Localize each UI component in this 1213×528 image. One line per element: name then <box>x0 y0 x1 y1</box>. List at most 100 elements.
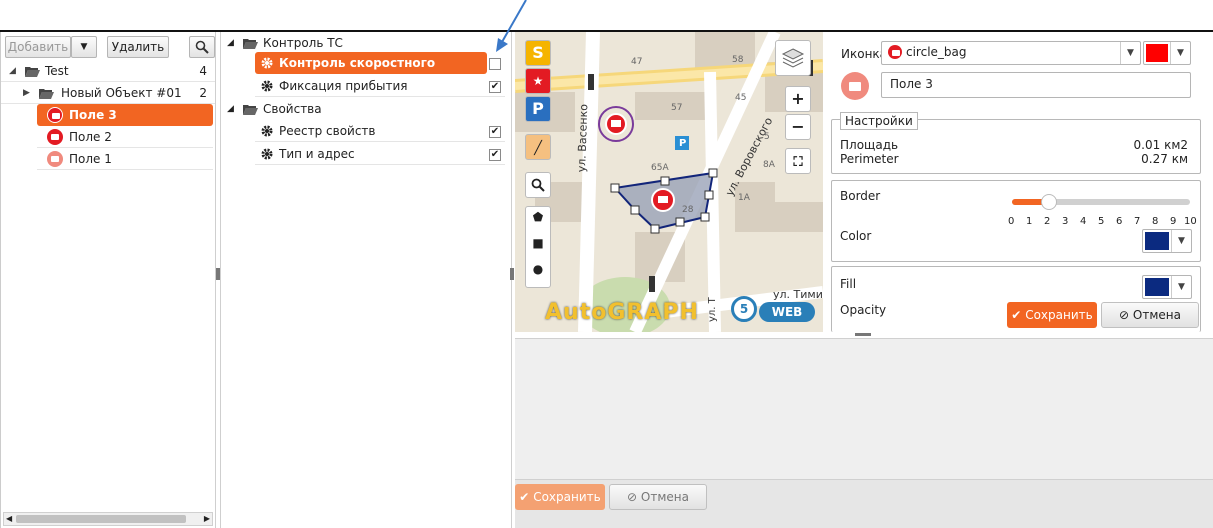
color-swatch <box>1145 232 1169 250</box>
fill-label: Fill <box>840 277 857 291</box>
modules-panel: ◢ Контроль ТС Контроль скоростного режим… <box>220 32 512 528</box>
chevron-down-icon: ▼ <box>80 42 88 52</box>
cancel-button[interactable]: ⊘ Отмена <box>609 484 707 510</box>
search-button[interactable] <box>189 36 215 58</box>
poi-tool-button[interactable]: ★ <box>525 68 551 94</box>
tree-row-field-3[interactable]: Поле 3 <box>37 104 213 126</box>
module-arrival-checkbox[interactable]: ✔ <box>489 81 501 93</box>
name-input-value: Поле 3 <box>890 77 933 91</box>
street-label: ул. Тими <box>773 288 823 301</box>
chevron-down-icon: ▼ <box>1171 230 1191 252</box>
module-type-address[interactable]: Тип и адрес <box>255 143 505 165</box>
module-typeaddress-checkbox[interactable]: ✔ <box>489 149 501 161</box>
scroll-left-icon[interactable]: ◀ <box>6 513 12 525</box>
parking-label: P <box>679 138 687 149</box>
horizontal-scrollbar[interactable]: ◀ ▶ <box>3 512 213 526</box>
polygon-tool-button[interactable]: ⬟ <box>529 210 547 230</box>
icon-color-picker[interactable]: ▼ <box>1143 41 1191 65</box>
opacity-label: Opacity <box>840 303 887 317</box>
parking-tool-button[interactable]: P <box>525 96 551 122</box>
tree-label: Поле 1 <box>69 152 112 166</box>
color-swatch <box>1146 44 1168 62</box>
ruler-tool-button[interactable]: ╱ <box>525 134 551 160</box>
collapse-arrow-icon[interactable]: ▶ <box>23 82 30 104</box>
zoom-out-button[interactable]: − <box>785 114 811 140</box>
tree-row-object[interactable]: ▶ Новый Объект #01 2 <box>1 82 215 104</box>
module-arrival-fixation[interactable]: Фиксация прибытия <box>255 75 505 97</box>
gear-icon <box>261 80 273 92</box>
route-icon: S <box>532 43 544 62</box>
map-view[interactable]: P ул. Васенко ул. Воровского ул. Тими ул… <box>515 32 823 332</box>
logo-version: 5 <box>731 296 757 322</box>
bottom-panel: ✔ Сохранить ⊘ Отмена <box>515 338 1213 528</box>
expand-arrow-icon[interactable]: ◢ <box>9 60 16 82</box>
circle-bag-icon <box>841 72 869 100</box>
chevron-down-icon: ▼ <box>1120 42 1140 64</box>
slider-thumb[interactable] <box>1041 194 1057 210</box>
zoom-in-button[interactable]: + <box>785 86 811 112</box>
tree-label: Test <box>45 64 69 78</box>
module-label: Реестр свойств <box>279 124 376 138</box>
tree-row-field-2[interactable]: Поле 2 <box>37 126 213 148</box>
border-color-picker[interactable]: ▼ <box>1142 229 1192 253</box>
zoom-search-button[interactable] <box>525 172 551 198</box>
module-speed-control[interactable]: Контроль скоростного режима <box>255 52 487 92</box>
building-number: 28 <box>682 205 694 215</box>
module-speed-checkbox[interactable] <box>489 58 501 70</box>
search-icon <box>531 178 545 192</box>
group-label: Контроль ТС <box>263 36 343 50</box>
circle-bag-icon <box>888 45 902 59</box>
objects-toolbar: Добавить ▼ Удалить <box>3 34 215 60</box>
route-tool-button[interactable]: S <box>525 40 551 66</box>
square-icon: ■ <box>532 236 544 250</box>
properties-save-button[interactable]: ✔ Сохранить <box>1007 302 1097 328</box>
border-fieldset: Border 0 1 2 3 4 5 6 7 8 9 10 Color ▼ <box>831 180 1201 262</box>
scrollbar-thumb[interactable] <box>16 515 186 523</box>
add-dropdown-button[interactable]: ▼ <box>71 36 97 58</box>
map-canvas[interactable] <box>515 32 823 332</box>
module-registry-checkbox[interactable]: ✔ <box>489 126 501 138</box>
name-input[interactable]: Поле 3 <box>881 72 1191 98</box>
border-width-slider[interactable] <box>1012 194 1190 210</box>
save-button[interactable]: ✔ Сохранить <box>515 484 605 510</box>
folder-open-icon <box>243 105 258 115</box>
module-properties-registry[interactable]: Реестр свойств <box>255 120 505 142</box>
tree-row-test[interactable]: ◢ Test 4 <box>1 60 215 82</box>
pin-icon: ★ <box>532 74 544 88</box>
color-swatch <box>1145 278 1169 296</box>
check-icon: ✔ <box>519 490 530 504</box>
circle-bag-icon <box>47 107 63 123</box>
street-label: ул. Т <box>707 297 718 322</box>
objects-tree: ◢ Test 4 ▶ Новый Объект #01 2 Поле 3 Пол… <box>1 60 215 170</box>
expand-arrow-icon[interactable]: ◢ <box>227 32 234 54</box>
logo-web: WEB <box>759 302 815 322</box>
chevron-down-icon: ▼ <box>1171 276 1191 298</box>
group-label: Свойства <box>263 102 322 116</box>
expand-arrow-icon[interactable]: ◢ <box>227 98 234 120</box>
bottom-splitter-handle[interactable] <box>855 333 871 336</box>
border-label: Border <box>840 189 881 203</box>
layers-button[interactable] <box>775 40 811 76</box>
add-button[interactable]: Добавить <box>5 36 71 58</box>
fill-color-picker[interactable]: ▼ <box>1142 275 1192 299</box>
icon-select[interactable]: circle_bag ▼ <box>881 41 1141 65</box>
settings-fieldset: Настройки Площадь 0.01 км2 Perimeter 0.2… <box>831 112 1201 174</box>
tree-count: 2 <box>199 86 207 100</box>
tree-label: Поле 3 <box>69 108 117 122</box>
ruler-icon: ╱ <box>534 141 542 156</box>
building-number: 47 <box>631 57 643 67</box>
fullscreen-button[interactable]: ⛶ <box>785 148 811 174</box>
tree-row-field-1[interactable]: Поле 1 <box>37 148 213 170</box>
properties-cancel-button[interactable]: ⊘ Отмена <box>1101 302 1199 328</box>
circle-bag-icon <box>47 151 63 167</box>
folder-open-icon <box>39 89 54 99</box>
group-control-ts[interactable]: ◢ Контроль ТС <box>221 32 511 54</box>
group-properties[interactable]: ◢ Свойства <box>221 98 511 120</box>
scroll-right-icon[interactable]: ▶ <box>204 513 210 525</box>
check-icon: ✔ <box>1011 308 1022 322</box>
folder-open-icon <box>25 67 40 77</box>
delete-button[interactable]: Удалить <box>107 36 169 58</box>
rectangle-tool-button[interactable]: ■ <box>529 236 547 256</box>
middle-splitter-handle[interactable] <box>510 268 514 280</box>
circle-tool-button[interactable]: ● <box>529 262 547 282</box>
